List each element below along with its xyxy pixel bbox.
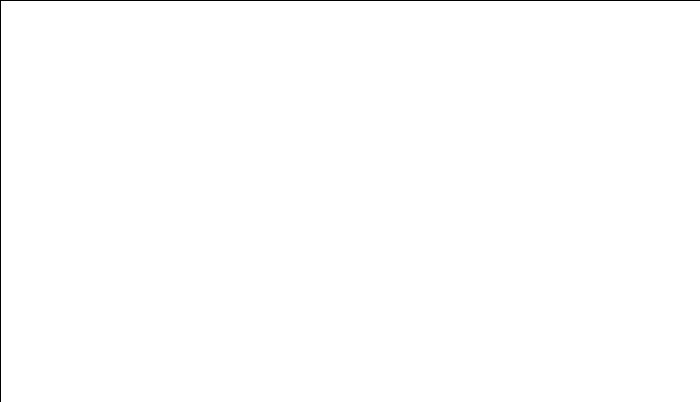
price-axis[interactable] (656, 1, 700, 381)
time-axis[interactable] (1, 381, 657, 402)
candlestick-chart-canvas[interactable] (1, 1, 700, 402)
mt4-chart-window (0, 0, 700, 402)
